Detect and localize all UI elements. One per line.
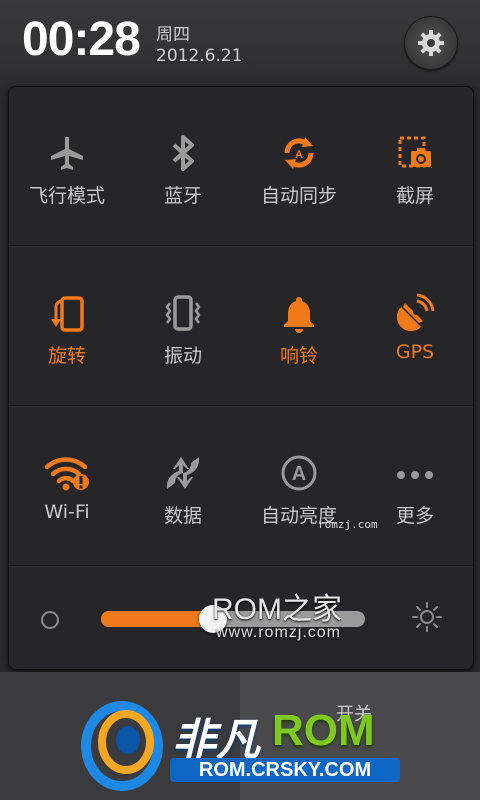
brightness-slider-fill: [101, 611, 213, 627]
brightness-low-icon: [41, 611, 59, 629]
clock-time: 00:28: [22, 13, 141, 66]
toggle-ringer[interactable]: 响铃: [241, 287, 357, 437]
toggle-label: GPS: [395, 341, 435, 363]
screenshot-icon: [398, 136, 431, 168]
toggle-label: 响铃: [279, 345, 318, 367]
watermark-romzj-small: romzj.com: [318, 518, 378, 531]
quick-settings-panel: 飞行模式 蓝牙 A 自动同步 截屏 旋转 振动 响铃 GPS Wi-Fi 数据 …: [8, 86, 474, 670]
toggle-rotate[interactable]: 旋转: [9, 287, 125, 437]
toggle-label: 振动: [163, 345, 202, 367]
date-label: 2012.6.21: [156, 46, 243, 66]
more-icon: [397, 471, 433, 479]
toggle-auto-sync[interactable]: A 自动同步: [241, 127, 357, 277]
svg-text:A: A: [292, 463, 306, 485]
crsky-logo: 非凡 ROM ROM.CRSKY.COM: [80, 696, 420, 792]
rotate-icon: [51, 296, 84, 332]
wifi-icon: [44, 457, 89, 491]
brightness-high-icon: [412, 602, 442, 632]
toggle-bluetooth[interactable]: 蓝牙: [125, 127, 241, 277]
toggle-label: 截屏: [395, 185, 434, 207]
toggle-label: 自动同步: [260, 185, 337, 207]
crsky-logo-swirl-icon: [81, 701, 163, 791]
toggle-label: 蓝牙: [163, 185, 202, 207]
toggle-gps[interactable]: GPS: [357, 287, 473, 437]
auto-brightness-icon: A: [281, 455, 317, 491]
settings-button[interactable]: [404, 16, 458, 70]
bell-icon: [284, 297, 314, 333]
airplane-icon: [51, 137, 83, 170]
weekday-label: 周四: [156, 25, 190, 45]
toggle-label: 飞行模式: [28, 185, 105, 207]
gear-icon: [418, 30, 444, 56]
toggle-label: Wi-Fi: [44, 501, 90, 523]
logo-text-rom: ROM: [272, 706, 375, 755]
gps-icon: [396, 293, 435, 332]
status-header: 00:28 周四 2012.6.21: [0, 0, 480, 86]
watermark-romzj-logo: ROM之家: [212, 593, 342, 626]
toggle-vibrate[interactable]: 振动: [125, 287, 241, 437]
toggle-airplane-mode[interactable]: 飞行模式: [9, 127, 125, 277]
logo-url: ROM.CRSKY.COM: [170, 758, 400, 782]
bluetooth-icon: [172, 135, 194, 171]
vibrate-icon: [165, 295, 201, 331]
toggle-screenshot[interactable]: 截屏: [357, 127, 473, 277]
data-icon: [166, 457, 200, 489]
svg-text:A: A: [295, 149, 303, 161]
toggle-label: 数据: [163, 505, 202, 527]
toggle-label: 旋转: [47, 345, 86, 367]
watermark-romzj-url: www.romzj.com: [216, 624, 342, 641]
sync-icon: A: [284, 137, 314, 169]
